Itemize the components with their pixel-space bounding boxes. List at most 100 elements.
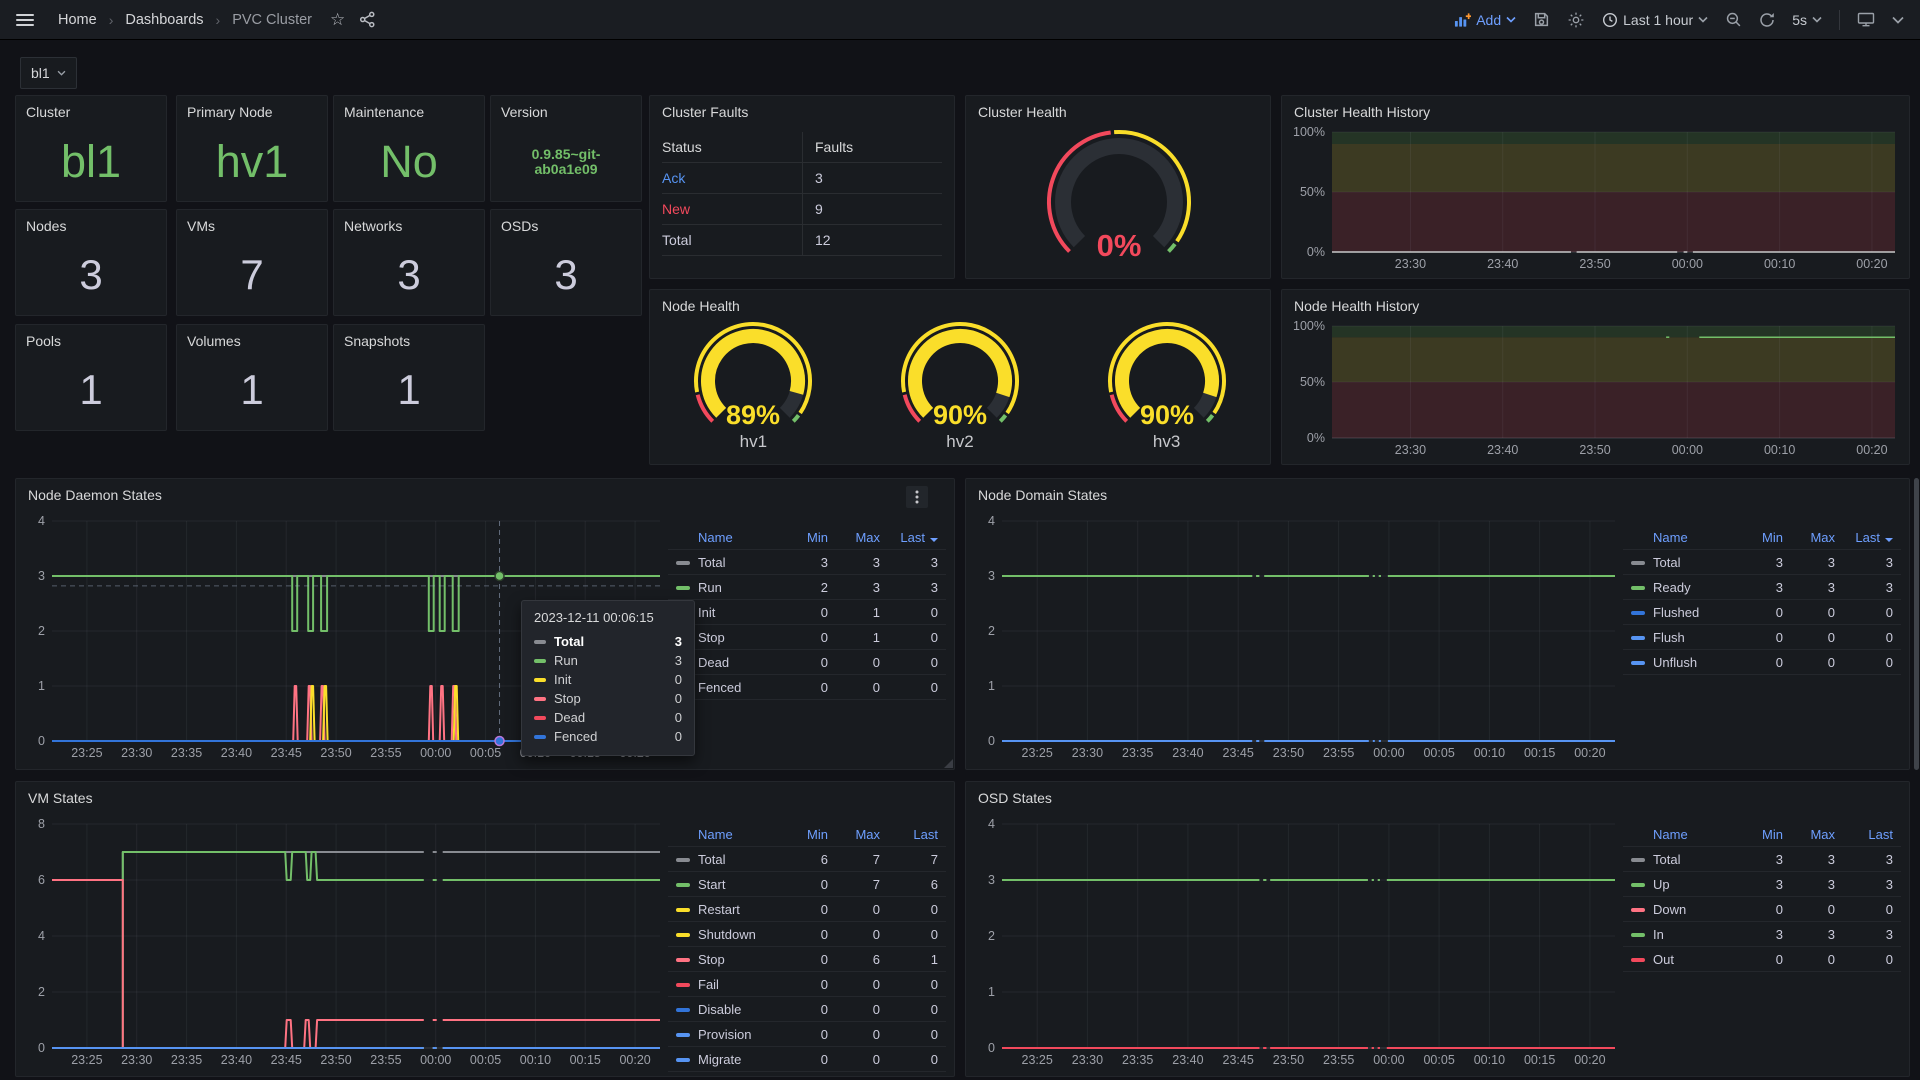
add-panel-icon [1454, 12, 1471, 28]
tooltip-series-name: Init [554, 672, 675, 687]
legend-series-name[interactable]: Disable [698, 1002, 784, 1017]
svg-text:00:20: 00:20 [619, 1053, 650, 1067]
legend-max: 0 [836, 680, 888, 695]
svg-text:00:05: 00:05 [470, 746, 501, 760]
legend-header-name[interactable]: Name [1653, 530, 1739, 545]
legend-series-name[interactable]: Init [698, 605, 784, 620]
node-health-history-chart[interactable]: 0%50%100%23:3023:4023:5000:0000:1000:20 [1290, 320, 1901, 460]
legend-series-name[interactable]: Migrate [698, 1052, 784, 1067]
dashboard-settings-button[interactable] [1567, 11, 1585, 29]
svg-text:23:45: 23:45 [1223, 746, 1254, 760]
tooltip-row: Dead0 [534, 708, 682, 727]
vm-states-chart[interactable]: 0246823:2523:3023:3523:4023:4523:5023:55… [26, 818, 666, 1070]
legend-max: 1 [836, 630, 888, 645]
zoom-out-button[interactable] [1725, 11, 1742, 28]
chevron-down-icon [1698, 16, 1708, 23]
svg-text:23:35: 23:35 [1122, 746, 1153, 760]
legend-series-name[interactable]: Up [1653, 877, 1739, 892]
legend-swatch-cell [1623, 630, 1653, 645]
vm-states-legend: NameMinMaxLastTotal677Start076Restart000… [668, 822, 946, 1072]
scrollbar-thumb[interactable] [1914, 478, 1919, 770]
legend-last: 0 [1843, 655, 1901, 670]
favorite-star-icon[interactable]: ☆ [330, 10, 345, 30]
legend-header-max[interactable]: Max [1791, 530, 1843, 545]
faults-status-label[interactable]: Ack [662, 170, 802, 186]
legend-header-name[interactable]: Name [698, 530, 784, 545]
legend-header-last[interactable]: Last [1843, 827, 1901, 842]
add-button[interactable]: Add [1454, 12, 1516, 28]
legend-header-last[interactable]: Last [888, 827, 946, 842]
legend-row: Down000 [1623, 897, 1901, 922]
legend-series-name[interactable]: Flushed [1653, 605, 1739, 620]
node-domain-chart[interactable]: 0123423:2523:3023:3523:4023:4523:5023:55… [976, 515, 1621, 763]
legend-swatch-cell [1623, 605, 1653, 620]
refresh-button[interactable] [1759, 12, 1775, 28]
legend-series-name[interactable]: Unflush [1653, 655, 1739, 670]
legend-series-name[interactable]: Fenced [698, 680, 784, 695]
legend-max: 0 [1791, 605, 1843, 620]
legend-header-min[interactable]: Min [1739, 827, 1791, 842]
legend-series-name[interactable]: Total [1653, 555, 1739, 570]
navbar-expand-button[interactable] [1892, 16, 1904, 24]
legend-header-max[interactable]: Max [836, 827, 888, 842]
legend-min: 0 [784, 952, 836, 967]
legend-header-max[interactable]: Max [836, 530, 888, 545]
svg-text:4: 4 [988, 818, 995, 831]
legend-row: Shutdown000 [668, 922, 946, 947]
svg-text:8: 8 [38, 818, 45, 831]
faults-status-label: Total [662, 232, 802, 248]
legend-series-name[interactable]: Stop [698, 952, 784, 967]
legend-series-name[interactable]: Total [1653, 852, 1739, 867]
legend-series-name[interactable]: Stop [698, 630, 784, 645]
legend-series-name[interactable]: Down [1653, 902, 1739, 917]
legend-series-name[interactable]: Fail [698, 977, 784, 992]
legend-row: In333 [1623, 922, 1901, 947]
osd-states-chart[interactable]: 0123423:2523:3023:3523:4023:4523:5023:55… [976, 818, 1621, 1070]
legend-header-last[interactable]: Last [888, 530, 946, 545]
legend-series-name[interactable]: Restart [698, 902, 784, 917]
tv-mode-button[interactable] [1857, 11, 1875, 28]
legend-series-name[interactable]: Out [1653, 952, 1739, 967]
legend-header-last[interactable]: Last [1843, 530, 1901, 545]
legend-header: NameMinMaxLast [668, 822, 946, 847]
legend-last: 0 [1843, 902, 1901, 917]
legend-series-name[interactable]: Shutdown [698, 927, 784, 942]
panel-menu-icon[interactable] [906, 486, 928, 508]
time-range-picker[interactable]: Last 1 hour [1602, 12, 1708, 28]
breadcrumb-home[interactable]: Home [58, 12, 97, 28]
legend-header-min[interactable]: Min [784, 530, 836, 545]
legend-header-min[interactable]: Min [784, 827, 836, 842]
legend-header-max[interactable]: Max [1791, 827, 1843, 842]
cluster-health-history-chart[interactable]: 0%50%100%23:3023:4023:5000:0000:1000:20 [1290, 126, 1901, 274]
legend-header-min[interactable]: Min [1739, 530, 1791, 545]
legend-series-name[interactable]: Flush [1653, 630, 1739, 645]
panel-resize-handle[interactable] [944, 759, 953, 768]
share-icon[interactable] [359, 11, 376, 28]
legend-header-name[interactable]: Name [1653, 827, 1739, 842]
variable-selector-bl1[interactable]: bl1 [20, 57, 77, 89]
legend-series-name[interactable]: Total [698, 555, 784, 570]
legend-series-name[interactable]: Provision [698, 1027, 784, 1042]
legend-series-name[interactable]: Run [698, 580, 784, 595]
save-dashboard-button[interactable] [1533, 11, 1550, 28]
legend-min: 3 [784, 555, 836, 570]
breadcrumb-dashboards[interactable]: Dashboards [125, 12, 203, 28]
refresh-interval-picker[interactable]: 5s [1792, 12, 1822, 28]
legend-series-name[interactable]: Dead [698, 655, 784, 670]
chevron-down-icon [1812, 16, 1822, 23]
legend-series-name[interactable]: Total [698, 852, 784, 867]
legend-header-name[interactable]: Name [698, 827, 784, 842]
legend-series-name[interactable]: Ready [1653, 580, 1739, 595]
svg-text:3: 3 [988, 569, 995, 583]
faults-status-label[interactable]: New [662, 201, 802, 217]
series-color-swatch [1631, 933, 1645, 937]
legend-series-name[interactable]: In [1653, 927, 1739, 942]
legend-series-name[interactable]: Start [698, 877, 784, 892]
svg-text:2: 2 [988, 624, 995, 638]
legend-min: 0 [784, 902, 836, 917]
legend-min: 0 [784, 977, 836, 992]
legend-row: Disable000 [668, 997, 946, 1022]
menu-icon[interactable] [16, 14, 34, 26]
legend-last: 3 [1843, 852, 1901, 867]
chevron-down-icon [1506, 16, 1516, 23]
